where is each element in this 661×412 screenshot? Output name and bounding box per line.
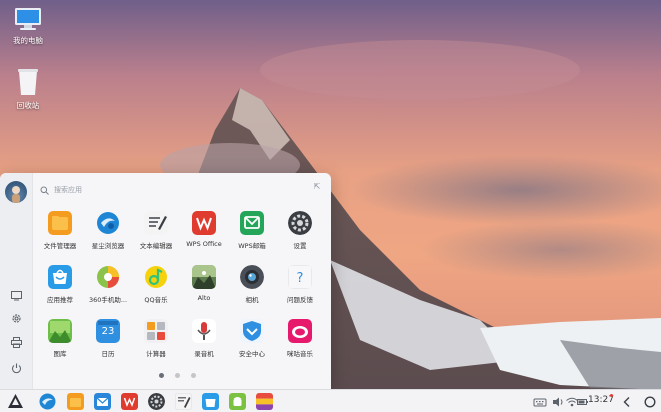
notification-dot [610, 394, 613, 397]
home-icon[interactable] [643, 394, 657, 408]
page-dot[interactable] [175, 373, 180, 378]
alto-icon [192, 265, 216, 289]
app-label: 文本编辑器 [139, 242, 173, 250]
app-alto[interactable]: Alto [180, 265, 228, 302]
launcher-sidebar [0, 173, 33, 389]
desktop-icon-recycle-bin[interactable]: 回收站 [0, 67, 56, 111]
app-gallery[interactable]: 图库 [36, 319, 84, 358]
app-label: 文件管理器 [43, 242, 77, 250]
page-dot[interactable] [191, 373, 196, 378]
text-editor-icon [144, 211, 168, 235]
recorder-icon [192, 319, 216, 343]
app-launcher: 搜索应用 ⇱ 文件管理器 星尘浏览器 文本编辑器 WPS Office WPS邮… [0, 173, 331, 389]
calendar-icon: 23 [96, 319, 120, 343]
migu-music-icon [288, 319, 312, 343]
app-label: 360手机助... [88, 296, 128, 304]
browser-icon[interactable] [39, 393, 56, 410]
app-store-icon[interactable] [202, 393, 219, 410]
app-calendar[interactable]: 23 日历 [84, 319, 132, 358]
power-icon[interactable] [9, 361, 24, 376]
app-store-icon [48, 265, 72, 289]
monitor-icon[interactable] [9, 288, 24, 303]
desktop-icon-label: 回收站 [16, 101, 40, 110]
app-label: Alto [197, 294, 211, 302]
app-label: 相机 [245, 296, 259, 304]
back-icon[interactable] [620, 394, 634, 408]
app-calculator[interactable]: 计算器 [132, 319, 180, 358]
app-label: 日历 [101, 350, 115, 358]
volume-icon[interactable] [551, 394, 565, 408]
expand-launcher-icon[interactable]: ⇱ [311, 181, 323, 193]
app-label: 图库 [53, 350, 67, 358]
calendar-day: 23 [101, 326, 115, 337]
computer-icon [15, 8, 41, 30]
app-360-assistant[interactable]: 360手机助... [84, 265, 132, 304]
folder-icon [48, 211, 72, 235]
app-label: 应用推荐 [47, 296, 73, 304]
app-recorder[interactable]: 录音机 [180, 319, 228, 358]
svg-text:?: ? [297, 271, 304, 286]
text-editor-icon[interactable] [175, 393, 192, 410]
settings-icon [288, 211, 312, 235]
app-label: 计算器 [146, 350, 166, 358]
browser-icon [96, 211, 120, 235]
desktop-icon-computer[interactable]: 我的电脑 [0, 6, 56, 46]
app-label: 星尘浏览器 [91, 242, 125, 250]
calculator-icon [144, 319, 168, 343]
app-label: QQ音乐 [144, 296, 168, 304]
app-camera[interactable]: 相机 [228, 265, 276, 304]
android-icon[interactable] [229, 393, 246, 410]
app-label: 录音机 [194, 350, 214, 358]
recycle-bin-icon [18, 69, 38, 95]
keyboard-icon[interactable] [533, 394, 547, 408]
app-security-center[interactable]: 安全中心 [228, 319, 276, 358]
app-label: 咪咕音乐 [287, 350, 313, 358]
folder-icon[interactable] [67, 393, 84, 410]
settings-gear-icon[interactable] [9, 311, 24, 326]
app-label: WPS Office [186, 240, 222, 248]
desktop-icon-label: 我的电脑 [13, 36, 43, 45]
app-settings[interactable]: 设置 [276, 211, 324, 250]
wps-office-icon[interactable] [121, 393, 138, 410]
app-recommend[interactable]: 应用推荐 [36, 265, 84, 304]
app-file-manager[interactable]: 文件管理器 [36, 211, 84, 250]
app-label: WPS邮箱 [238, 242, 266, 250]
page-dot[interactable] [159, 373, 164, 378]
start-menu-icon[interactable] [7, 393, 24, 410]
gallery-icon[interactable] [256, 393, 273, 410]
360-assistant-icon [96, 265, 120, 289]
app-feedback[interactable]: ? 问题反馈 [276, 265, 324, 304]
security-center-icon [240, 319, 264, 343]
search-placeholder: 搜索应用 [54, 186, 82, 194]
wps-mail-icon [240, 211, 264, 235]
app-qq-music[interactable]: QQ音乐 [132, 265, 180, 304]
wps-office-icon [192, 211, 216, 235]
app-text-editor[interactable]: 文本编辑器 [132, 211, 180, 250]
camera-icon [240, 265, 264, 289]
app-wps-office[interactable]: WPS Office [180, 211, 228, 248]
app-wps-mail[interactable]: WPS邮箱 [228, 211, 276, 250]
printer-icon[interactable] [9, 335, 24, 350]
gallery-icon [48, 319, 72, 343]
app-search-bar[interactable]: 搜索应用 [40, 183, 240, 197]
mail-icon[interactable] [94, 393, 111, 410]
search-icon [40, 186, 49, 195]
page-indicator [155, 373, 205, 379]
app-migu-music[interactable]: 咪咕音乐 [276, 319, 324, 358]
feedback-icon: ? [288, 265, 312, 289]
app-browser[interactable]: 星尘浏览器 [84, 211, 132, 250]
qq-music-icon [144, 265, 168, 289]
user-avatar[interactable] [5, 181, 27, 203]
app-label: 问题反馈 [287, 296, 313, 304]
app-label: 安全中心 [239, 350, 265, 358]
taskbar: 13:27 [0, 389, 661, 412]
settings-icon[interactable] [148, 393, 165, 410]
app-label: 设置 [293, 242, 307, 250]
